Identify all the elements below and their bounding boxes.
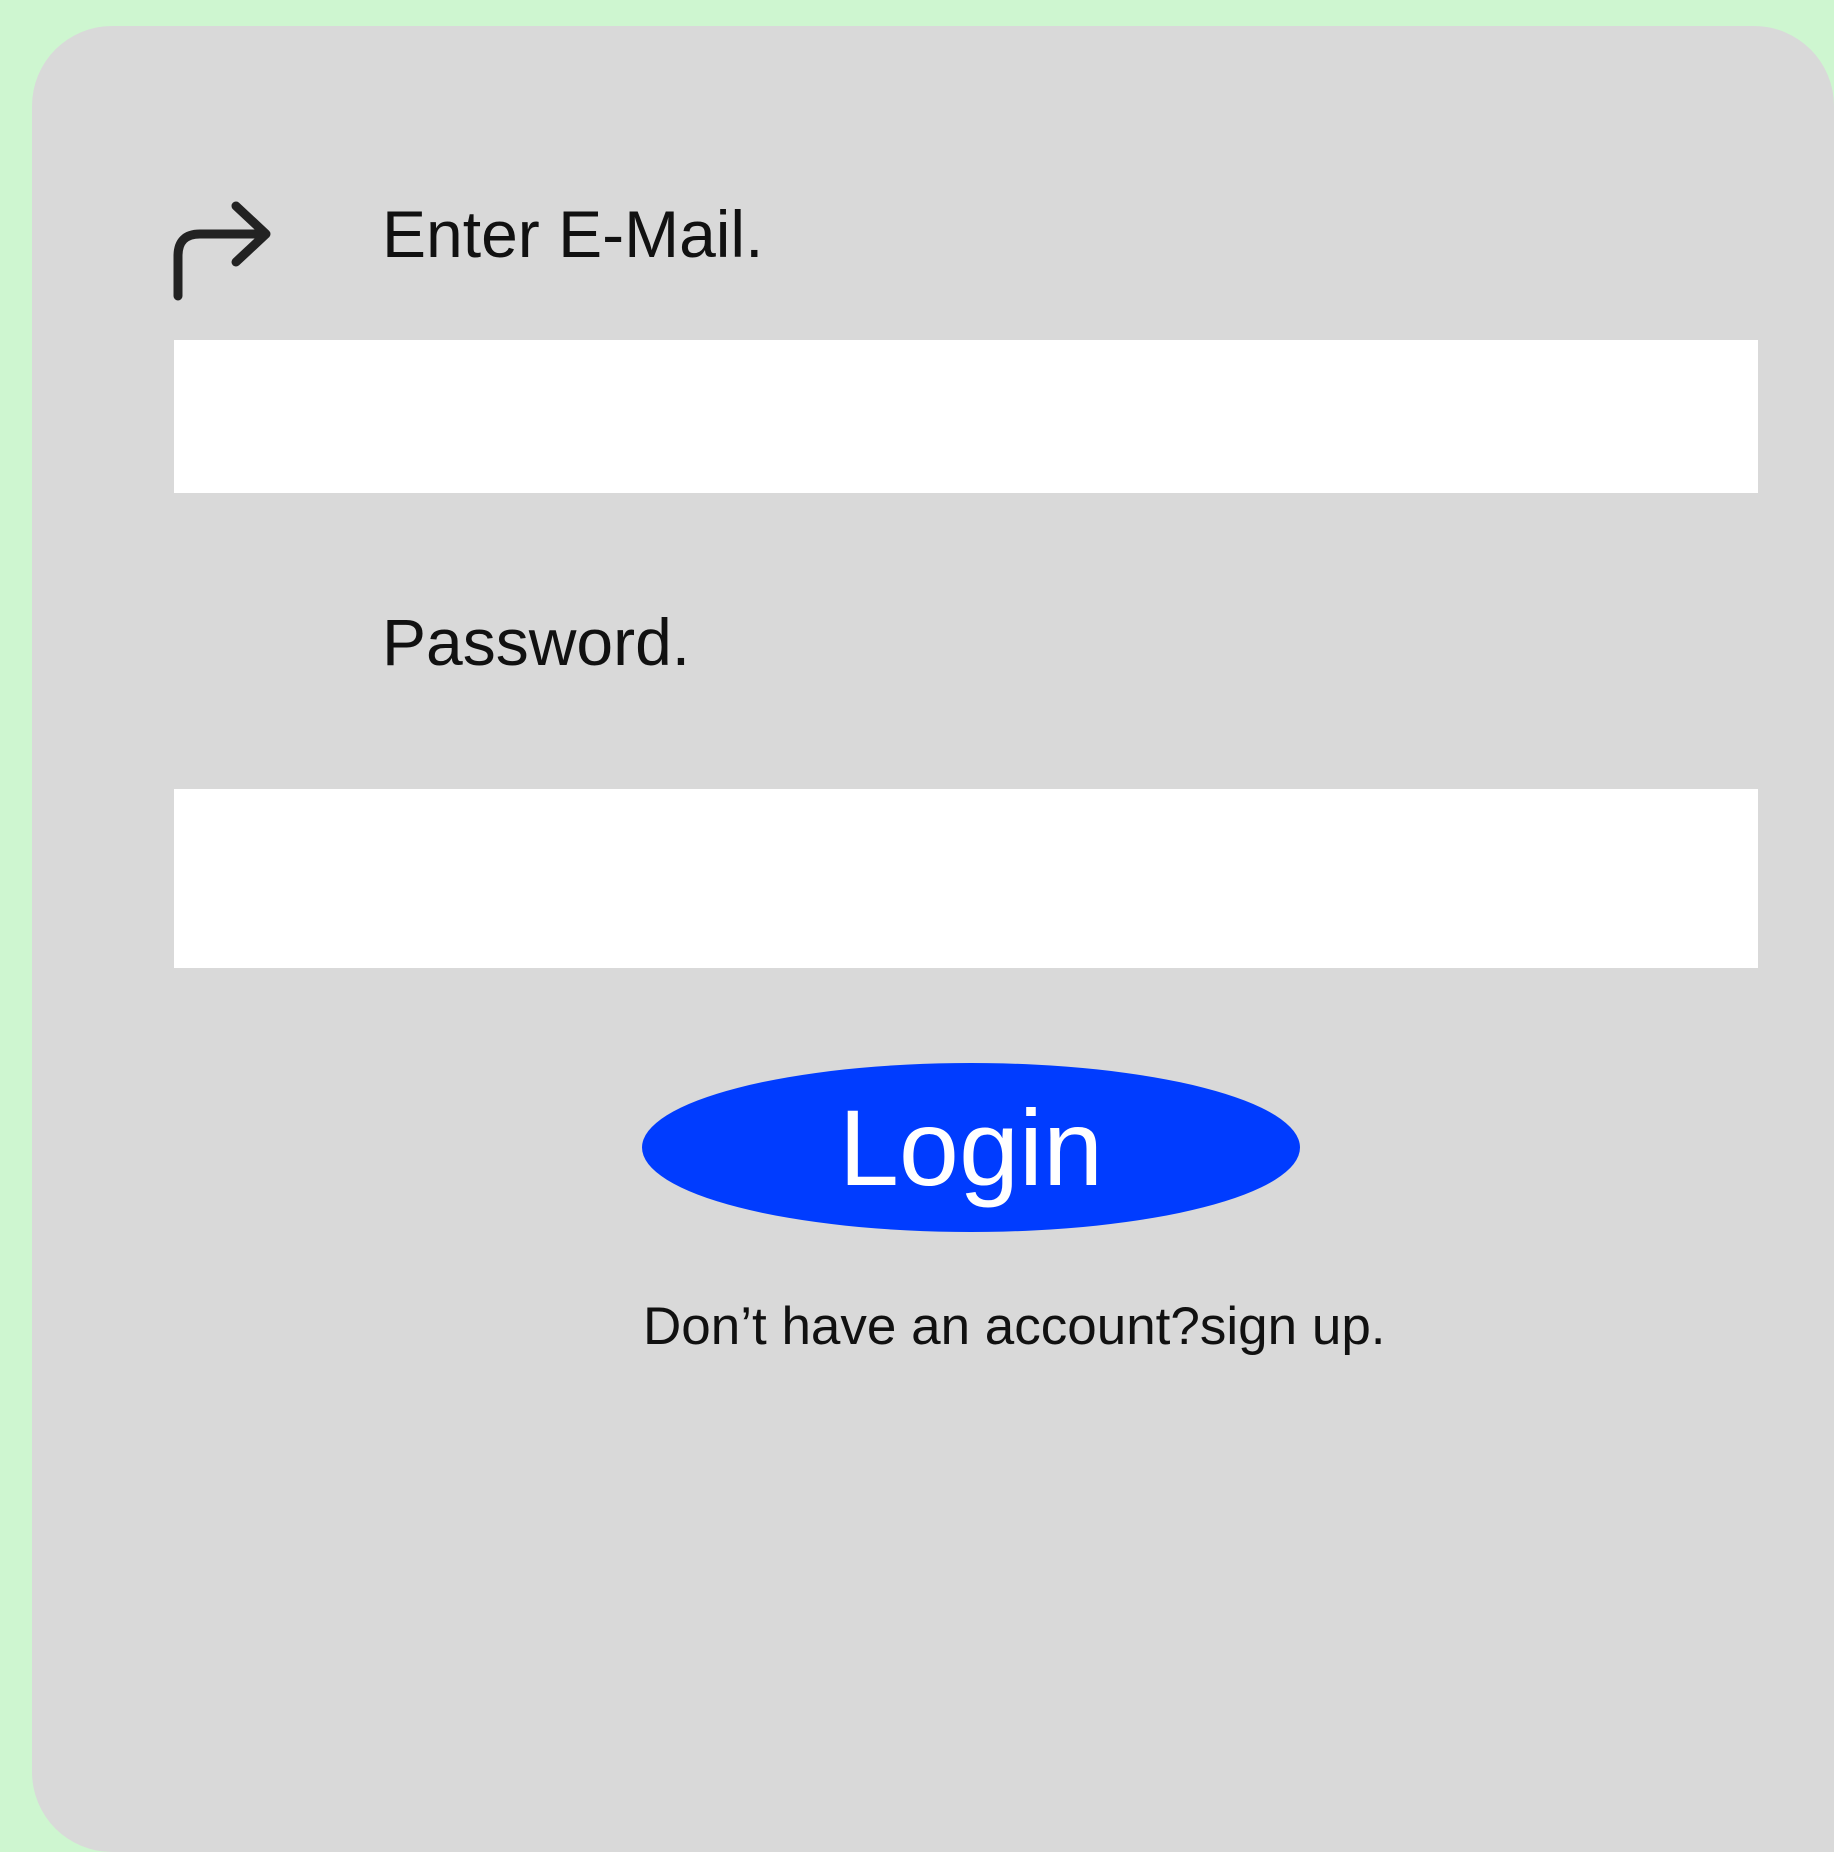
password-field[interactable]: [174, 789, 1758, 968]
login-card: Enter E-Mail. Password. Login Don’t have…: [32, 26, 1834, 1852]
signup-prompt: Don’t have an account?sign up.: [643, 1300, 1386, 1353]
login-button[interactable]: Login: [642, 1063, 1300, 1232]
arrow-up-right-icon[interactable]: [168, 194, 280, 306]
signup-link[interactable]: sign up.: [1200, 1297, 1386, 1356]
password-label: Password.: [382, 605, 691, 679]
email-field[interactable]: [174, 340, 1758, 493]
signup-prompt-text: Don’t have an account?: [643, 1297, 1200, 1356]
email-label: Enter E-Mail.: [382, 197, 764, 271]
